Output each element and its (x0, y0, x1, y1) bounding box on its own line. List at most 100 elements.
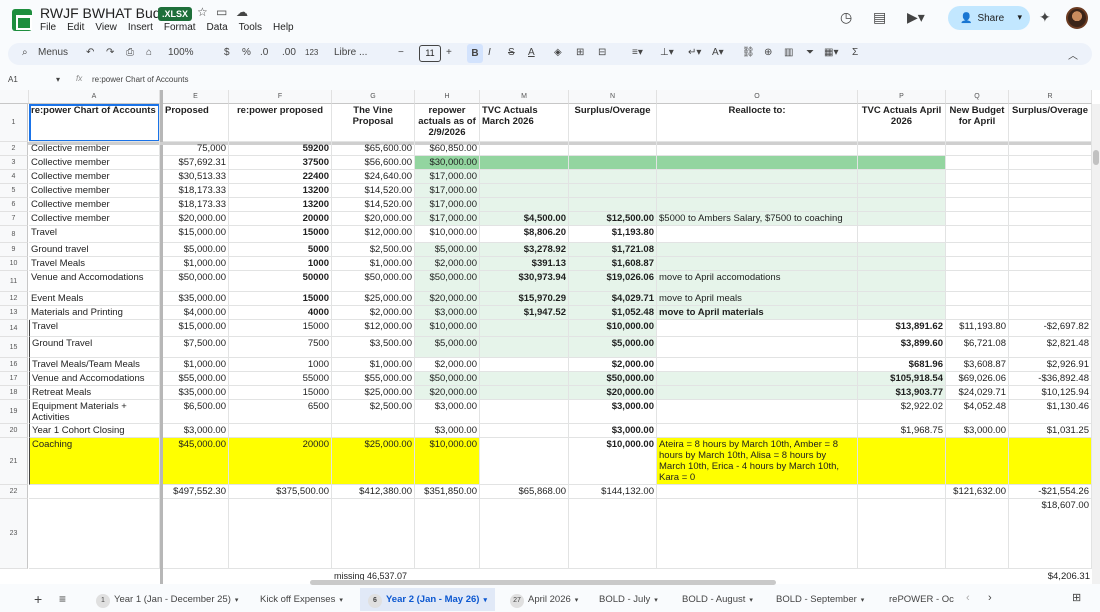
column-header-h[interactable]: H (415, 90, 480, 104)
cell-h17[interactable]: $50,000.00 (415, 372, 480, 386)
cell-n21[interactable]: $10,000.00 (569, 438, 657, 485)
text-color-button[interactable]: A (528, 47, 535, 58)
cell-q10[interactable] (946, 257, 1009, 271)
cell-q3[interactable] (946, 156, 1009, 170)
cell-m2[interactable] (480, 142, 569, 156)
cell-m18[interactable] (480, 386, 569, 400)
menu-data[interactable]: Data (207, 22, 228, 33)
decrease-decimal-button[interactable]: .0 (260, 47, 268, 58)
row-header[interactable]: 21 (0, 438, 28, 485)
cell-h20[interactable]: $3,000.00 (415, 424, 480, 438)
header-cell-e[interactable]: Proposed (163, 104, 229, 142)
row-header[interactable]: 17 (0, 372, 28, 386)
cell-m22[interactable]: $65,868.00 (480, 485, 569, 499)
cell-p8[interactable] (858, 226, 946, 243)
cell-g13[interactable]: $2,000.00 (332, 306, 415, 320)
cell-p23[interactable] (858, 499, 946, 569)
cell-m12[interactable]: $15,970.29 (480, 292, 569, 306)
cell-p22[interactable] (858, 485, 946, 499)
cell-n8[interactable]: $1,193.80 (569, 226, 657, 243)
filter-views-icon[interactable]: ▦▾ (824, 47, 838, 58)
cell-p20[interactable]: $1,968.75 (858, 424, 946, 438)
cell-q23[interactable] (946, 499, 1009, 569)
cell-r19[interactable]: $1,130.46 (1009, 400, 1092, 424)
cell-f6[interactable]: 13200 (229, 198, 332, 212)
all-sheets-icon[interactable]: ≡ (59, 592, 66, 606)
cell-g11[interactable]: $50,000.00 (332, 271, 415, 292)
row-header[interactable]: 1 (0, 104, 28, 142)
cell-q11[interactable] (946, 271, 1009, 292)
cell-o10[interactable] (657, 257, 858, 271)
cell-e17[interactable]: $55,000.00 (163, 372, 229, 386)
add-sheet-icon[interactable]: + (34, 591, 42, 607)
cell-h23[interactable] (415, 499, 480, 569)
cell-m11[interactable]: $30,973.94 (480, 271, 569, 292)
cell-r16[interactable]: $2,926.91 (1009, 358, 1092, 372)
cell-h6[interactable]: $17,000.00 (415, 198, 480, 212)
cell-n6[interactable] (569, 198, 657, 212)
cell-h16[interactable]: $2,000.00 (415, 358, 480, 372)
chevron-down-icon[interactable]: ▾ (654, 597, 658, 604)
row-header[interactable]: 12 (0, 292, 28, 306)
cell-f16[interactable]: 1000 (229, 358, 332, 372)
functions-button[interactable]: Σ (852, 47, 858, 58)
cell-m14[interactable] (480, 320, 569, 337)
cell-r21[interactable] (1009, 438, 1092, 485)
avatar[interactable] (1066, 7, 1088, 29)
cell-o4[interactable] (657, 170, 858, 184)
cell-e23[interactable] (163, 499, 229, 569)
comment-icon[interactable]: ⊕ (764, 47, 772, 58)
zoom-select[interactable]: 100% (168, 47, 194, 58)
cell-h14[interactable]: $10,000.00 (415, 320, 480, 337)
cell-g5[interactable]: $14,520.00 (332, 184, 415, 198)
cell-h19[interactable]: $3,000.00 (415, 400, 480, 424)
cell-o16[interactable] (657, 358, 858, 372)
cell-n22[interactable]: $144,132.00 (569, 485, 657, 499)
comments-icon[interactable]: ▤ (873, 9, 886, 26)
font-size-decrease-icon[interactable]: − (398, 47, 404, 58)
cell-m10[interactable]: $391.13 (480, 257, 569, 271)
cell-e19[interactable]: $6,500.00 (163, 400, 229, 424)
cell-q9[interactable] (946, 243, 1009, 257)
cell-e15[interactable]: $7,500.00 (163, 337, 229, 358)
cell-a3[interactable]: Collective member (29, 156, 160, 170)
cell-g21[interactable]: $25,000.00 (332, 438, 415, 485)
cell-r4[interactable] (1009, 170, 1092, 184)
cell-h13[interactable]: $3,000.00 (415, 306, 480, 320)
cell-h18[interactable]: $20,000.00 (415, 386, 480, 400)
vertical-scrollbar[interactable] (1092, 104, 1100, 584)
row-header[interactable]: 19 (0, 400, 28, 424)
cell-e10[interactable]: $1,000.00 (163, 257, 229, 271)
meet-icon[interactable]: ▶▾ (907, 9, 925, 26)
cell-f10[interactable]: 1000 (229, 257, 332, 271)
vertical-scroll-thumb[interactable] (1093, 150, 1099, 165)
cell-n5[interactable] (569, 184, 657, 198)
cell-e21[interactable]: $45,000.00 (163, 438, 229, 485)
cell-o13[interactable]: move to April materials (657, 306, 858, 320)
cell-a14[interactable]: Travel (29, 320, 160, 337)
cell-g8[interactable]: $12,000.00 (332, 226, 415, 243)
cell-f2[interactable]: 59200 (229, 142, 332, 156)
cell-g17[interactable]: $55,000.00 (332, 372, 415, 386)
cell-o22[interactable] (657, 485, 858, 499)
cell-n9[interactable]: $1,721.08 (569, 243, 657, 257)
cell-n11[interactable]: $19,026.06 (569, 271, 657, 292)
cell-r10[interactable] (1009, 257, 1092, 271)
cell-o2[interactable] (657, 142, 858, 156)
borders-icon[interactable]: ⊞ (576, 47, 584, 58)
header-cell-p[interactable]: TVC Actuals April 2026 (858, 104, 946, 142)
cell-a15[interactable]: Ground Travel (29, 337, 160, 358)
cell-a9[interactable]: Ground travel (29, 243, 160, 257)
cell-m20[interactable] (480, 424, 569, 438)
cell-g15[interactable]: $3,500.00 (332, 337, 415, 358)
font-select[interactable]: Libre ... (334, 47, 367, 58)
cell-q17[interactable]: $69,026.06 (946, 372, 1009, 386)
cell-e13[interactable]: $4,000.00 (163, 306, 229, 320)
cell-m21[interactable] (480, 438, 569, 485)
row-header[interactable]: 11 (0, 271, 28, 292)
cell-e9[interactable]: $5,000.00 (163, 243, 229, 257)
menu-edit[interactable]: Edit (67, 22, 84, 33)
column-header-p[interactable]: P (858, 90, 946, 104)
cell-q4[interactable] (946, 170, 1009, 184)
link-icon[interactable]: ⛓ (742, 47, 755, 58)
